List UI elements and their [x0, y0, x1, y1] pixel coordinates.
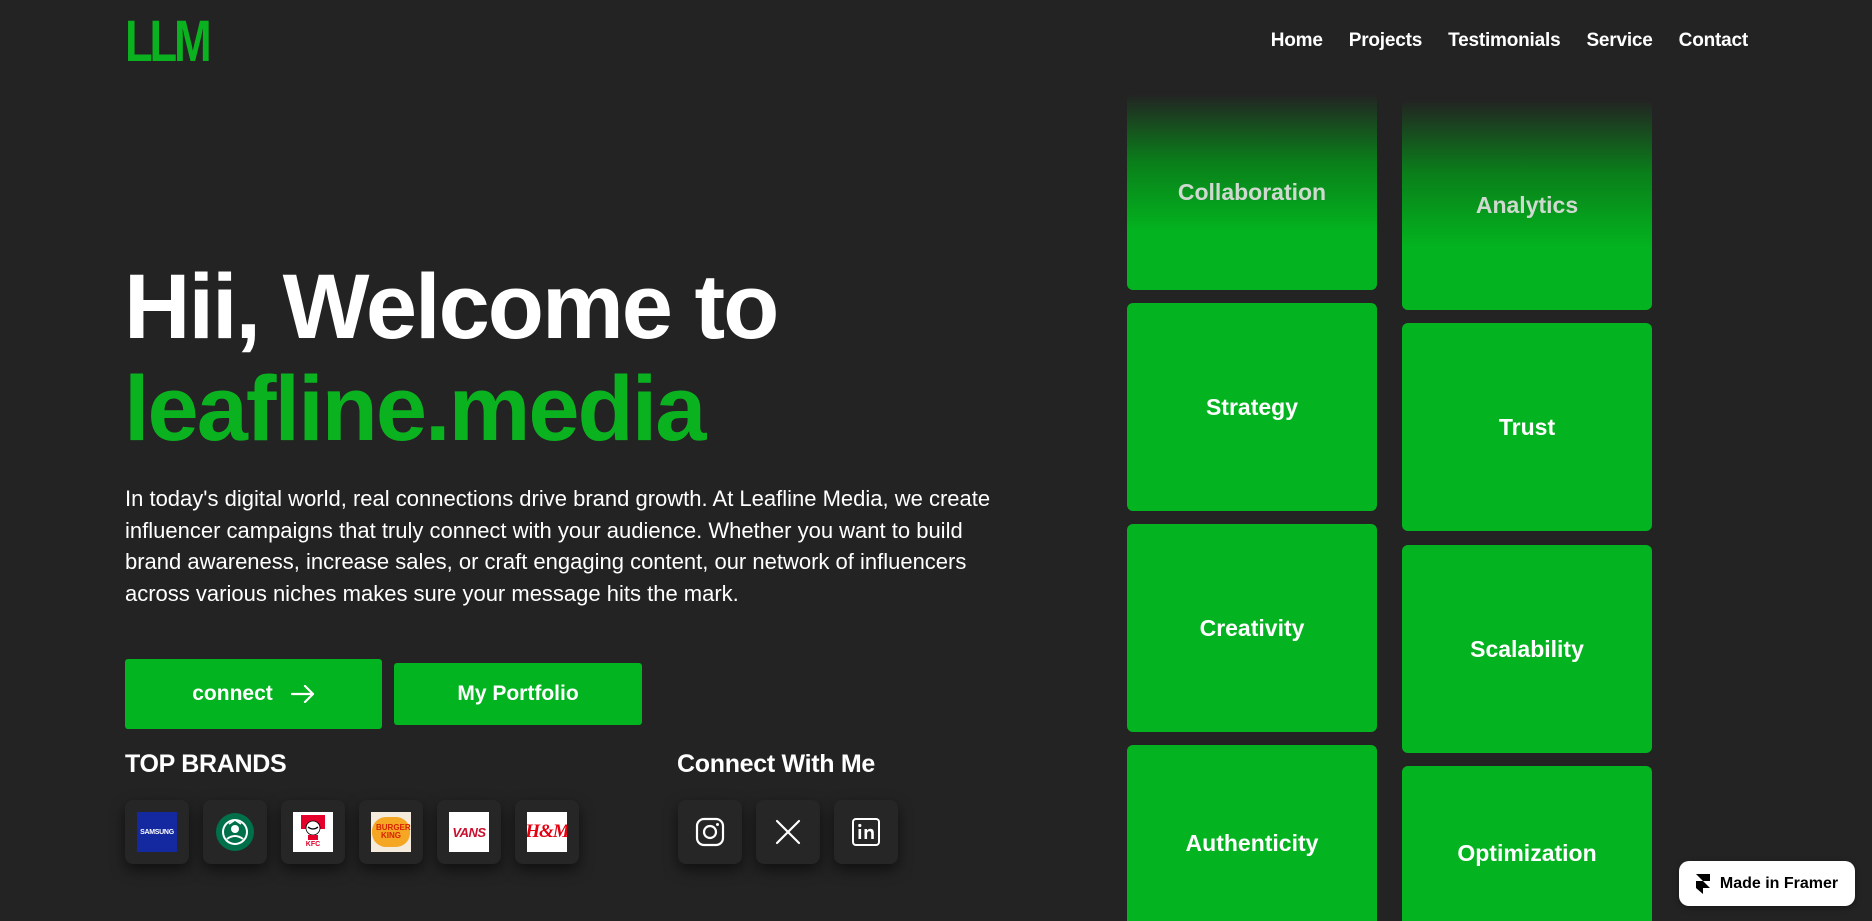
- vans-logo-icon: VANS: [449, 812, 489, 852]
- card-collaboration-label: Collaboration: [1177, 178, 1327, 205]
- nav-service[interactable]: Service: [1586, 30, 1652, 52]
- linkedin-icon: [852, 818, 880, 846]
- portfolio-button-label: My Portfolio: [457, 682, 579, 705]
- nav-contact[interactable]: Contact: [1679, 30, 1749, 52]
- made-in-framer-badge[interactable]: Made in Framer: [1679, 861, 1855, 906]
- card-optimization: Optimization: [1402, 766, 1652, 921]
- card-strategy-label: Strategy: [1205, 393, 1299, 420]
- nav-home[interactable]: Home: [1271, 30, 1323, 52]
- hero-title-line2: leafline.media: [124, 358, 706, 460]
- linkedin-button[interactable]: [834, 800, 898, 864]
- hero-title: Hii, Welcome to leafline.media: [124, 256, 779, 460]
- vans-logo-text: VANS: [452, 824, 486, 840]
- card-authenticity-label: Authenticity: [1185, 829, 1319, 856]
- arrow-right-icon: [290, 685, 314, 703]
- connect-button[interactable]: connect: [125, 659, 382, 729]
- card-optimization-label: Optimization: [1457, 840, 1597, 866]
- card-trust-label: Trust: [1498, 413, 1556, 440]
- main-nav: Home Projects Testimonials Service Conta…: [1271, 30, 1748, 52]
- brand-tile-kfc: KFC: [281, 800, 345, 864]
- kfc-logo-text: KFC: [305, 841, 321, 848]
- top-brands-label: TOP BRANDS: [125, 750, 287, 778]
- hm-logo-text: H&M: [527, 821, 567, 842]
- card-collaboration: Collaboration: [1127, 94, 1377, 290]
- nav-testimonials[interactable]: Testimonials: [1448, 30, 1561, 52]
- card-scalability-label: Scalability: [1470, 635, 1584, 662]
- hm-logo-icon: H&M: [527, 812, 567, 852]
- site-logo[interactable]: LLM: [125, 12, 212, 72]
- social-list: [678, 800, 898, 864]
- nav-projects[interactable]: Projects: [1349, 30, 1423, 52]
- brand-tile-burger-king: BURGER KING: [359, 800, 423, 864]
- starbucks-logo-icon: [215, 812, 255, 852]
- x-button[interactable]: [756, 800, 820, 864]
- instagram-icon: [695, 817, 725, 847]
- x-icon: [775, 819, 801, 845]
- hero-description: In today's digital world, real connectio…: [125, 486, 991, 606]
- framer-icon: [1695, 873, 1710, 894]
- instagram-button[interactable]: [678, 800, 742, 864]
- brand-tile-samsung: SAMSUNG: [125, 800, 189, 864]
- made-in-framer-label: Made in Framer: [1719, 874, 1839, 892]
- card-analytics-label: Analytics: [1475, 191, 1579, 218]
- brand-tile-starbucks: [203, 800, 267, 864]
- hero-title-line1: Hii, Welcome to: [124, 256, 779, 358]
- page: LLM Home Projects Testimonials Service C…: [0, 0, 1872, 921]
- brand-tile-vans: VANS: [437, 800, 501, 864]
- portfolio-button[interactable]: My Portfolio: [394, 663, 642, 725]
- kfc-logo-icon: KFC: [293, 812, 333, 852]
- burger-king-logo-icon: BURGER KING: [371, 812, 411, 852]
- card-scalability: Scalability: [1402, 545, 1652, 753]
- card-creativity: Creativity: [1127, 524, 1377, 732]
- connect-with-me-label: Connect With Me: [677, 750, 876, 778]
- samsung-logo-text: SAMSUNG: [140, 828, 174, 836]
- burger-king-logo-text: BURGER KING: [376, 823, 411, 840]
- brand-list: SAMSUNG KFC BURGER KING VANS H&M: [125, 800, 579, 864]
- card-trust: Trust: [1402, 323, 1652, 531]
- card-analytics: Analytics: [1402, 100, 1652, 310]
- brand-tile-hm: H&M: [515, 800, 579, 864]
- connect-button-label: connect: [192, 682, 273, 705]
- card-strategy: Strategy: [1127, 303, 1377, 511]
- card-authenticity: Authenticity: [1127, 745, 1377, 921]
- samsung-logo-icon: SAMSUNG: [137, 812, 177, 852]
- card-creativity-label: Creativity: [1199, 614, 1305, 641]
